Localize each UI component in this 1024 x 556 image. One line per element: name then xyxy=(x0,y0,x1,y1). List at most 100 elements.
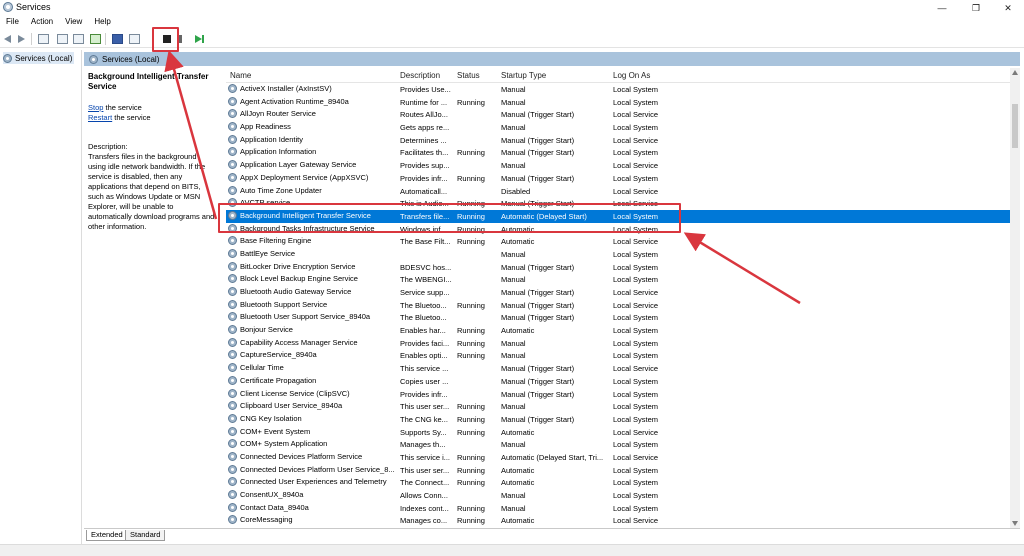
service-name-cell: Certificate Propagation xyxy=(228,375,396,385)
service-log-on-as: Local System xyxy=(613,97,659,107)
service-name-cell: COM+ System Application xyxy=(228,439,396,449)
table-row[interactable]: Connected Devices Platform User Service_… xyxy=(226,464,1010,477)
service-description: Transfers file... xyxy=(400,211,450,221)
scroll-down-icon[interactable] xyxy=(1012,521,1018,526)
service-log-on-as: Local Service xyxy=(613,364,659,374)
service-log-on-as: Local System xyxy=(613,402,659,412)
table-row[interactable]: Bluetooth Audio Gateway Service Service s… xyxy=(226,286,1010,299)
service-name-cell: CaptureService_8940a xyxy=(228,350,396,360)
table-row[interactable]: App Readiness Gets apps re... Manual Local … xyxy=(226,121,1010,134)
table-row[interactable]: Auto Time Zone Updater Automaticall... Dis… xyxy=(226,185,1010,198)
table-row[interactable]: ConsentUX_8940a Allows Conn... Manual Local… xyxy=(226,489,1010,502)
pause-service-icon[interactable] xyxy=(179,35,182,43)
table-row[interactable]: ActiveX Installer (AxInstSV) Provides Use… xyxy=(226,83,1010,96)
table-row[interactable]: CNG Key Isolation The CNG ke... Running Man… xyxy=(226,413,1010,426)
gear-icon xyxy=(228,287,237,296)
table-row[interactable]: Background Intelligent Transfer Service T… xyxy=(226,209,1010,223)
table-row[interactable]: BitLocker Drive Encryption Service BDESVC… xyxy=(226,261,1010,274)
table-row[interactable]: Capability Access Manager Service Provide… xyxy=(226,337,1010,350)
show-hide-console-tree-icon[interactable] xyxy=(38,34,49,44)
gear-icon xyxy=(228,248,237,258)
maximize-button[interactable]: ❐ xyxy=(961,0,991,16)
service-startup-type: Manual xyxy=(501,161,526,171)
table-row[interactable]: AllJoyn Router Service Routes AllJo... Man… xyxy=(226,108,1010,121)
service-status: Running xyxy=(457,211,485,221)
table-row[interactable]: Bluetooth Support Service The Bluetoo... R… xyxy=(226,299,1010,312)
table-row[interactable]: COM+ System Application Manages th... Manu… xyxy=(226,438,1010,451)
service-name: ConsentUX_8940a xyxy=(240,490,304,499)
column-header-name[interactable]: Name xyxy=(230,71,251,80)
service-name: Cellular Time xyxy=(240,363,284,373)
properties-icon[interactable] xyxy=(90,34,101,44)
table-row[interactable]: Clipboard User Service_8940a This user se… xyxy=(226,400,1010,413)
table-row[interactable]: AVCTP service This is Audio... Running Manu… xyxy=(226,197,1010,210)
table-row[interactable]: Connected User Experiences and Telemetry… xyxy=(226,476,1010,489)
service-name-cell: BitLocker Drive Encryption Service xyxy=(228,261,396,271)
table-row[interactable]: BattlEye Service Manual Local System xyxy=(226,248,1010,261)
refresh-icon[interactable] xyxy=(73,34,84,44)
service-description: BDESVC hos... xyxy=(400,262,452,272)
service-status: Running xyxy=(457,516,485,526)
back-icon[interactable] xyxy=(4,34,15,44)
start-service-icon[interactable] xyxy=(195,34,204,44)
service-description: The Base Filt... xyxy=(400,237,451,247)
table-row[interactable]: Client License Service (ClipSVC) Provides… xyxy=(226,388,1010,401)
service-log-on-as: Local System xyxy=(613,389,659,399)
tree-item-services-local[interactable]: Services (Local) xyxy=(3,52,75,64)
column-header-log-on-as[interactable]: Log On As xyxy=(613,71,650,80)
table-row[interactable]: Cellular Time This service ... Manual (Tri… xyxy=(226,362,1010,375)
service-name: Connected Devices Platform User Service_… xyxy=(240,464,395,474)
table-row[interactable]: Connected Devices Platform Service This s… xyxy=(226,451,1010,464)
service-log-on-as: Local Service xyxy=(613,300,659,310)
menu-help[interactable]: Help xyxy=(88,16,116,29)
service-status: Running xyxy=(457,199,485,209)
menu-action[interactable]: Action xyxy=(25,16,59,29)
stop-service-link[interactable]: Stop xyxy=(88,103,103,112)
table-row[interactable]: Contact Data_8940a Indexes cont... Running… xyxy=(226,502,1010,515)
column-header-description[interactable]: Description xyxy=(400,71,440,80)
service-description: Provides sup... xyxy=(400,161,450,171)
table-row[interactable]: Base Filtering Engine The Base Filt... Run… xyxy=(226,235,1010,248)
view-tabs: Extended Standard xyxy=(84,528,1020,542)
service-name-cell: Connected User Experiences and Telemetry xyxy=(228,477,396,487)
table-row[interactable]: Background Tasks Infrastructure Service W… xyxy=(226,223,1010,236)
export-list-icon[interactable] xyxy=(57,34,68,44)
close-button[interactable]: ✕ xyxy=(993,0,1023,16)
table-row[interactable]: CoreMessaging Manages co... Running Automat… xyxy=(226,514,1010,527)
table-row[interactable]: Block Level Backup Engine Service The WBE… xyxy=(226,273,1010,286)
tab-extended[interactable]: Extended xyxy=(86,530,128,541)
service-startup-type: Manual (Trigger Start) xyxy=(501,300,575,310)
service-description: The Bluetoo... xyxy=(400,300,447,310)
column-header-startup-type[interactable]: Startup Type xyxy=(501,71,546,80)
table-row[interactable]: Certificate Propagation Copies user ... Ma… xyxy=(226,375,1010,388)
table-row[interactable]: AppX Deployment Service (AppXSVC) Provide… xyxy=(226,172,1010,185)
service-description: Supports Sy... xyxy=(400,427,447,437)
minimize-button[interactable]: — xyxy=(927,0,957,16)
table-row[interactable]: Application Identity Determines ... Manual… xyxy=(226,134,1010,147)
table-row[interactable]: COM+ Event System Supports Sy... Running Au… xyxy=(226,426,1010,439)
service-startup-type: Manual (Trigger Start) xyxy=(501,414,575,424)
menu-file[interactable]: File xyxy=(0,16,25,29)
menu-view[interactable]: View xyxy=(59,16,88,29)
forward-icon[interactable] xyxy=(16,34,27,44)
table-row[interactable]: Application Information Facilitates th...… xyxy=(226,146,1010,159)
table-row[interactable]: Bonjour Service Enables har... Running Auto… xyxy=(226,324,1010,337)
column-header-status[interactable]: Status xyxy=(457,71,480,80)
stop-service-icon[interactable] xyxy=(163,35,171,43)
scroll-thumb[interactable] xyxy=(1012,104,1018,148)
table-row[interactable]: Agent Activation Runtime_8940a Runtime fo… xyxy=(226,96,1010,109)
service-startup-type: Manual xyxy=(501,351,526,361)
restart-service-link[interactable]: Restart xyxy=(88,113,112,122)
tab-standard[interactable]: Standard xyxy=(125,530,166,541)
service-description: Enables opti... xyxy=(400,351,448,361)
table-row[interactable]: Application Layer Gateway Service Provide… xyxy=(226,159,1010,172)
service-log-on-as: Local System xyxy=(613,224,659,234)
table-row[interactable]: CaptureService_8940a Enables opti... Runni… xyxy=(226,349,1010,362)
service-status: Running xyxy=(457,478,485,488)
help-icon[interactable] xyxy=(112,34,123,44)
service-name: COM+ Event System xyxy=(240,426,311,436)
console-view-icon[interactable] xyxy=(129,34,140,44)
vertical-scrollbar[interactable] xyxy=(1010,68,1020,528)
scroll-up-icon[interactable] xyxy=(1012,70,1018,75)
table-row[interactable]: Bluetooth User Support Service_8940a The … xyxy=(226,311,1010,324)
